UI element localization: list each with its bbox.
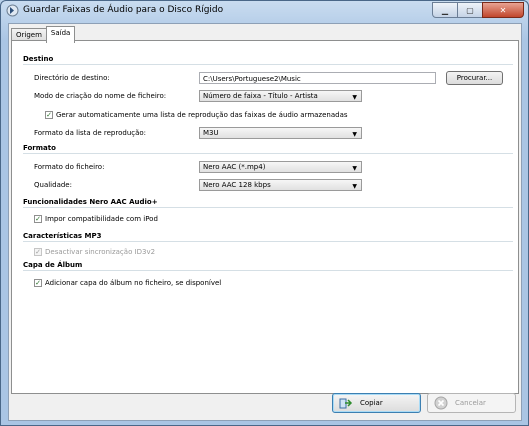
album-cover-label: Adicionar capa do álbum no ficheiro, se … <box>45 279 222 287</box>
dropdown-arrow-icon: ▼ <box>352 131 357 138</box>
close-icon: ✕ <box>499 5 507 15</box>
section-divider <box>23 241 513 242</box>
album-cover-checkbox[interactable]: ✓ <box>34 279 42 287</box>
dropdown-arrow-icon: ▼ <box>352 165 357 172</box>
cancel-button-label: Cancelar <box>455 399 486 407</box>
file-format-label: Formato do ficheiro: <box>34 163 105 171</box>
browse-button[interactable]: Procurar... <box>446 71 503 85</box>
dropdown-arrow-icon: ▼ <box>352 183 357 190</box>
filename-mode-label: Modo de criação do nome de ficheiro: <box>34 92 167 100</box>
copy-button[interactable]: Copiar <box>332 393 421 413</box>
playlist-format-value: M3U <box>203 129 219 137</box>
minimize-button[interactable]: ▁ <box>432 2 458 18</box>
copy-button-label: Copiar <box>360 399 383 407</box>
tab-saida[interactable]: Saída <box>45 26 76 43</box>
dropdown-arrow-icon: ▼ <box>352 94 357 101</box>
quality-select[interactable]: Nero AAC 128 kbps ▼ <box>199 179 362 191</box>
filename-mode-select[interactable]: Número de faixa - Título - Artista ▼ <box>199 90 362 102</box>
section-divider <box>23 270 513 271</box>
checkmark-icon: ✓ <box>35 279 41 287</box>
file-format-select[interactable]: Nero AAC (*.mp4) ▼ <box>199 161 362 173</box>
destination-dir-label: Directório de destino: <box>34 74 110 82</box>
ipod-compat-label: Impor compatibilidade com iPod <box>45 215 158 223</box>
checkmark-icon: ✓ <box>35 215 41 223</box>
section-heading-destino: Destino <box>23 55 54 63</box>
ipod-compat-checkbox[interactable]: ✓ <box>34 215 42 223</box>
maximize-button[interactable]: ▢ <box>457 2 483 18</box>
window-controls: ▁ ▢ ✕ <box>432 2 524 18</box>
cancel-icon <box>434 396 448 410</box>
quality-label: Qualidade: <box>34 181 72 189</box>
section-divider <box>23 207 513 208</box>
section-heading-album-cover: Capa de Álbum <box>23 261 83 269</box>
section-heading-mp3: Características MP3 <box>23 232 102 240</box>
minimize-icon: ▁ <box>441 5 449 15</box>
file-format-value: Nero AAC (*.mp4) <box>203 163 266 171</box>
auto-playlist-label: Gerar automaticamente uma lista de repro… <box>56 111 348 119</box>
title-bar[interactable]: Guardar Faixas de Áudio para o Disco Ríg… <box>1 1 528 21</box>
quality-value: Nero AAC 128 kbps <box>203 181 271 189</box>
filename-mode-value: Número de faixa - Título - Artista <box>203 92 318 100</box>
maximize-icon: ▢ <box>466 5 474 15</box>
destination-dir-input[interactable]: C:\Users\Portuguese2\Music <box>199 72 436 84</box>
close-button[interactable]: ✕ <box>482 2 524 18</box>
playlist-format-select[interactable]: M3U ▼ <box>199 127 362 139</box>
tab-strip: Origem Saída <box>11 26 76 43</box>
section-heading-formato: Formato <box>23 144 56 152</box>
dialog-client: Origem Saída Destino Directório de desti… <box>8 23 522 421</box>
section-divider <box>23 64 513 65</box>
app-icon <box>6 4 19 17</box>
section-heading-nero-aac: Funcionalidades Nero AAC Audio+ <box>23 198 158 206</box>
section-divider <box>23 153 513 154</box>
checkmark-icon: ✓ <box>35 248 41 256</box>
checkmark-icon: ✓ <box>46 111 52 119</box>
window-title: Guardar Faixas de Áudio para o Disco Ríg… <box>23 5 224 15</box>
cancel-button[interactable]: Cancelar <box>427 393 516 413</box>
dialog-window: Guardar Faixas de Áudio para o Disco Ríg… <box>0 0 529 426</box>
auto-playlist-checkbox[interactable]: ✓ <box>45 111 53 119</box>
saida-panel: Destino Directório de destino: C:\Users\… <box>11 40 519 394</box>
id3v2-sync-checkbox[interactable]: ✓ <box>34 248 42 256</box>
copy-icon <box>339 396 353 410</box>
id3v2-sync-label: Desactivar sincronização ID3v2 <box>45 248 156 256</box>
playlist-format-label: Formato da lista de reprodução: <box>34 129 147 137</box>
